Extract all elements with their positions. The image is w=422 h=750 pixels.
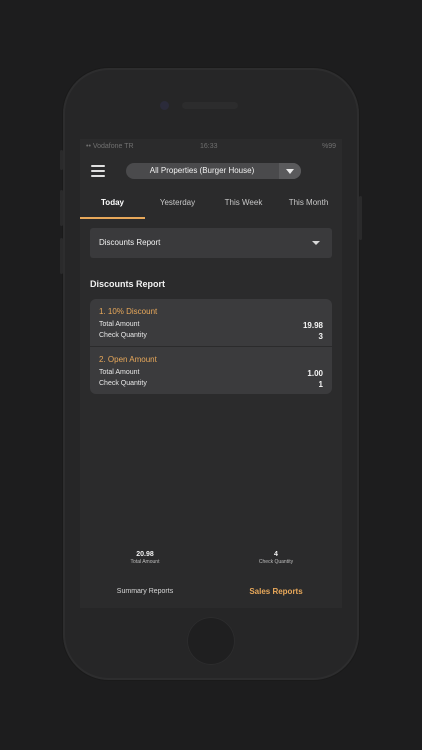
tab-this-month[interactable]: This Month: [276, 191, 341, 219]
sales-reports-tab[interactable]: Sales Reports: [211, 581, 341, 603]
total-amount-value: 1.00: [307, 369, 323, 378]
carrier-label: •• Vodafone TR: [86, 143, 134, 150]
summary-total-amount: 20.98 Total Amount: [80, 551, 210, 565]
earpiece-speaker: [182, 102, 238, 109]
summary-total-amount-value: 20.98: [136, 551, 154, 558]
check-quantity-value: 3: [318, 332, 323, 341]
mute-switch: [60, 150, 63, 170]
summary-check-quantity: 4 Check Quantity: [211, 551, 341, 565]
list-item[interactable]: 1. 10% Discount Total Amount 19.98 Check…: [90, 299, 332, 347]
discount-name: 1. 10% Discount: [99, 307, 158, 316]
volume-down-button: [60, 238, 63, 274]
front-camera: [160, 101, 169, 110]
summary-totals: 20.98 Total Amount 4 Check Quantity: [80, 551, 342, 571]
discounts-list: 1. 10% Discount Total Amount 19.98 Check…: [90, 299, 332, 394]
chevron-down-icon[interactable]: [279, 163, 301, 179]
app-screen: •• Vodafone TR 16:33 %99 All Properties …: [80, 139, 342, 608]
status-bar: •• Vodafone TR 16:33 %99: [80, 139, 342, 157]
check-quantity-value: 1: [318, 380, 323, 389]
volume-up-button: [60, 190, 63, 226]
caret-down-icon: [312, 241, 320, 245]
date-range-tabs: Today Yesterday This Week This Month: [80, 191, 342, 219]
summary-reports-tab[interactable]: Summary Reports: [80, 581, 210, 603]
status-time: 16:33: [200, 143, 218, 150]
section-title: Discounts Report: [90, 279, 166, 289]
summary-check-quantity-value: 4: [274, 551, 278, 558]
report-type-label: Discounts Report: [99, 238, 161, 247]
property-selector[interactable]: All Properties (Burger House): [126, 163, 301, 179]
summary-total-amount-label: Total Amount: [130, 559, 160, 565]
tab-yesterday[interactable]: Yesterday: [145, 191, 210, 219]
bottom-nav: Summary Reports Sales Reports: [80, 581, 342, 603]
check-quantity-label: Check Quantity: [99, 332, 147, 339]
discount-name: 2. Open Amount: [99, 355, 157, 364]
property-selector-label: All Properties (Burger House): [149, 166, 255, 175]
tab-today[interactable]: Today: [80, 191, 145, 219]
report-type-dropdown[interactable]: Discounts Report: [90, 228, 332, 258]
total-amount-label: Total Amount: [99, 369, 140, 376]
total-amount-value: 19.98: [302, 321, 323, 330]
total-amount-label: Total Amount: [99, 321, 140, 328]
power-button: [359, 196, 362, 240]
tab-this-week[interactable]: This Week: [211, 191, 276, 219]
check-quantity-label: Check Quantity: [99, 380, 147, 387]
summary-check-quantity-label: Check Quantity: [258, 559, 294, 565]
battery-label: %99: [321, 143, 336, 150]
home-button[interactable]: [187, 617, 235, 665]
hamburger-menu-icon[interactable]: [91, 165, 105, 177]
list-item[interactable]: 2. Open Amount Total Amount 1.00 Check Q…: [90, 347, 332, 394]
